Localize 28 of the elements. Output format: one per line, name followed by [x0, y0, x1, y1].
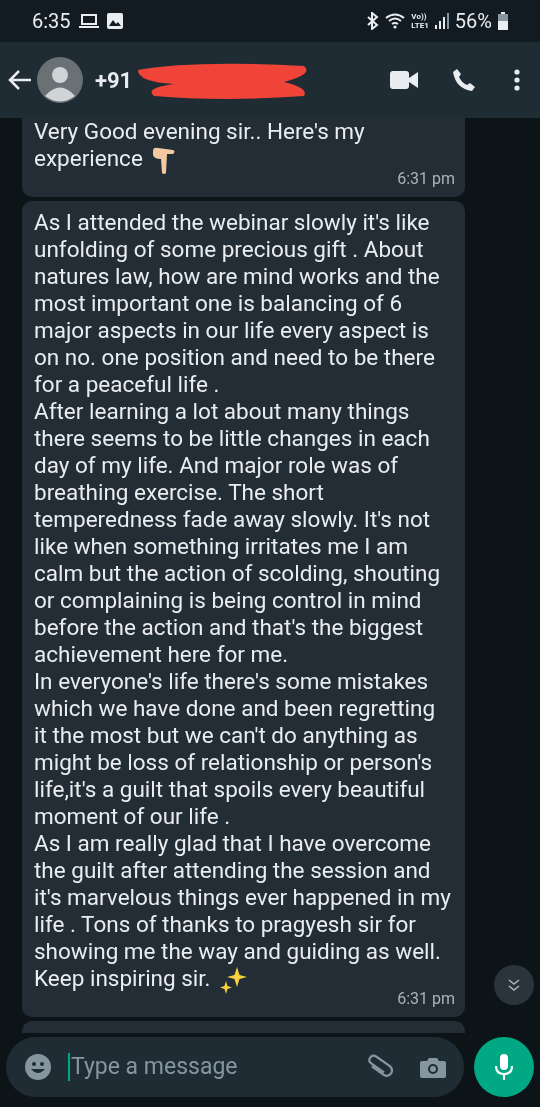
message-field[interactable]: Type a message	[71, 1049, 366, 1085]
image-icon	[106, 13, 123, 29]
network-label: Vo)) LTE1	[411, 12, 429, 30]
camera-icon[interactable]	[420, 1056, 446, 1078]
signal-icon	[434, 13, 449, 29]
message-text: As I am really glad that I have overcome the guilt after attending the session and it's marvelous things ever happened in my life . Tons of thanks to pragyesh sir for showing me the way and guiding as well.	[34, 830, 452, 966]
scroll-down-button[interactable]	[494, 965, 534, 1005]
battery-percent: 56%	[454, 8, 492, 35]
bluetooth-icon	[367, 12, 380, 30]
message-input[interactable]: Type a message	[6, 1037, 464, 1097]
message-text: As I attended the webinar slowly it's like unfolding of some precious gift . About natures law, how are mind works and the most important one is balancing of 6 major aspects in our life every aspect is on no. one position and need to be there for a peaceful life .	[34, 209, 441, 399]
microphone-button[interactable]	[474, 1037, 534, 1097]
double-chevron-icon	[507, 978, 521, 992]
message-text: In everyone's life there's some mistakes which we have done and been regretting it the most but we can't do anything as might be loss of relationship or person's life,it's a guilt that spoils every beautiful moment of our life .	[34, 668, 437, 831]
wifi-icon	[385, 13, 406, 29]
avatar-icon[interactable]	[37, 57, 83, 103]
pointing-hand-icon	[150, 145, 177, 176]
back-icon[interactable]	[8, 69, 32, 91]
battery-icon	[498, 12, 508, 30]
status-time: 6:35	[32, 8, 71, 35]
video-call-icon[interactable]	[390, 71, 418, 89]
phone-icon[interactable]	[452, 68, 476, 92]
more-options-icon[interactable]	[514, 69, 520, 91]
contact-name[interactable]: +91	[95, 63, 133, 97]
microphone-icon	[494, 1054, 514, 1080]
message-text: After learning a lot about many things there seems to be little changes in each day of my life. And major role was of breathing exercise. The short temperedness fade away slowly. It's not like when something irritates me I am calm but the action of scolding, shouting or complaining is being control in mind before the action and that's the biggest achievement here for me.	[34, 398, 442, 669]
emoji-icon[interactable]	[24, 1053, 52, 1081]
laptop-icon	[78, 14, 99, 28]
